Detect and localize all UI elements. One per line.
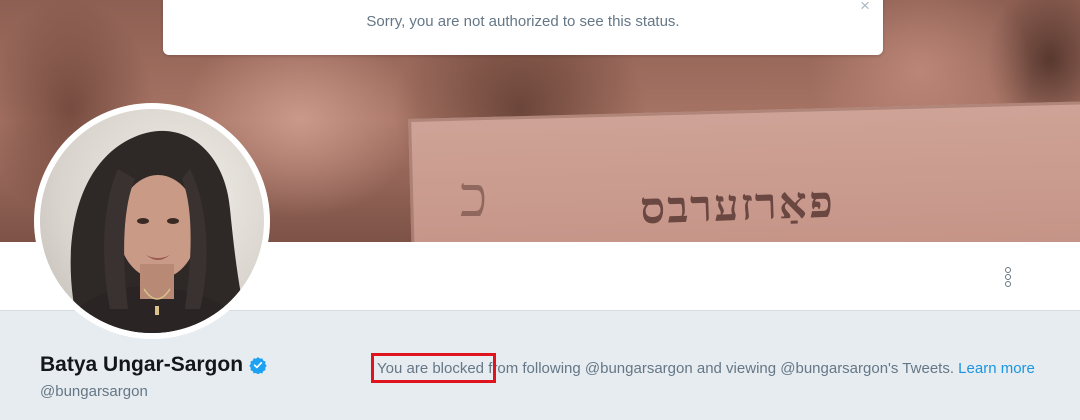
profile-name-row: Batya Ungar-Sargon [40,353,267,377]
close-icon[interactable]: × [857,0,873,14]
banner-sign-text: פאַרזערבס [639,176,836,235]
verified-badge-icon [249,357,267,374]
highlight-annotation-box [371,353,496,383]
more-options-button[interactable] [996,263,1020,289]
learn-more-link[interactable]: Learn more [958,360,1035,377]
avatar[interactable] [34,103,270,339]
avatar-photo [40,109,264,333]
banner-sign-mark: ﬤ [460,165,488,230]
profile-name[interactable]: Batya Ungar-Sargon [40,353,243,377]
error-toast: Sorry, you are not authorized to see thi… [163,0,883,55]
blocked-detail-text: from following @bungarsargon and viewing… [484,360,959,377]
profile-handle: @bungarsargon [40,383,148,400]
toast-message: Sorry, you are not authorized to see thi… [366,13,680,30]
